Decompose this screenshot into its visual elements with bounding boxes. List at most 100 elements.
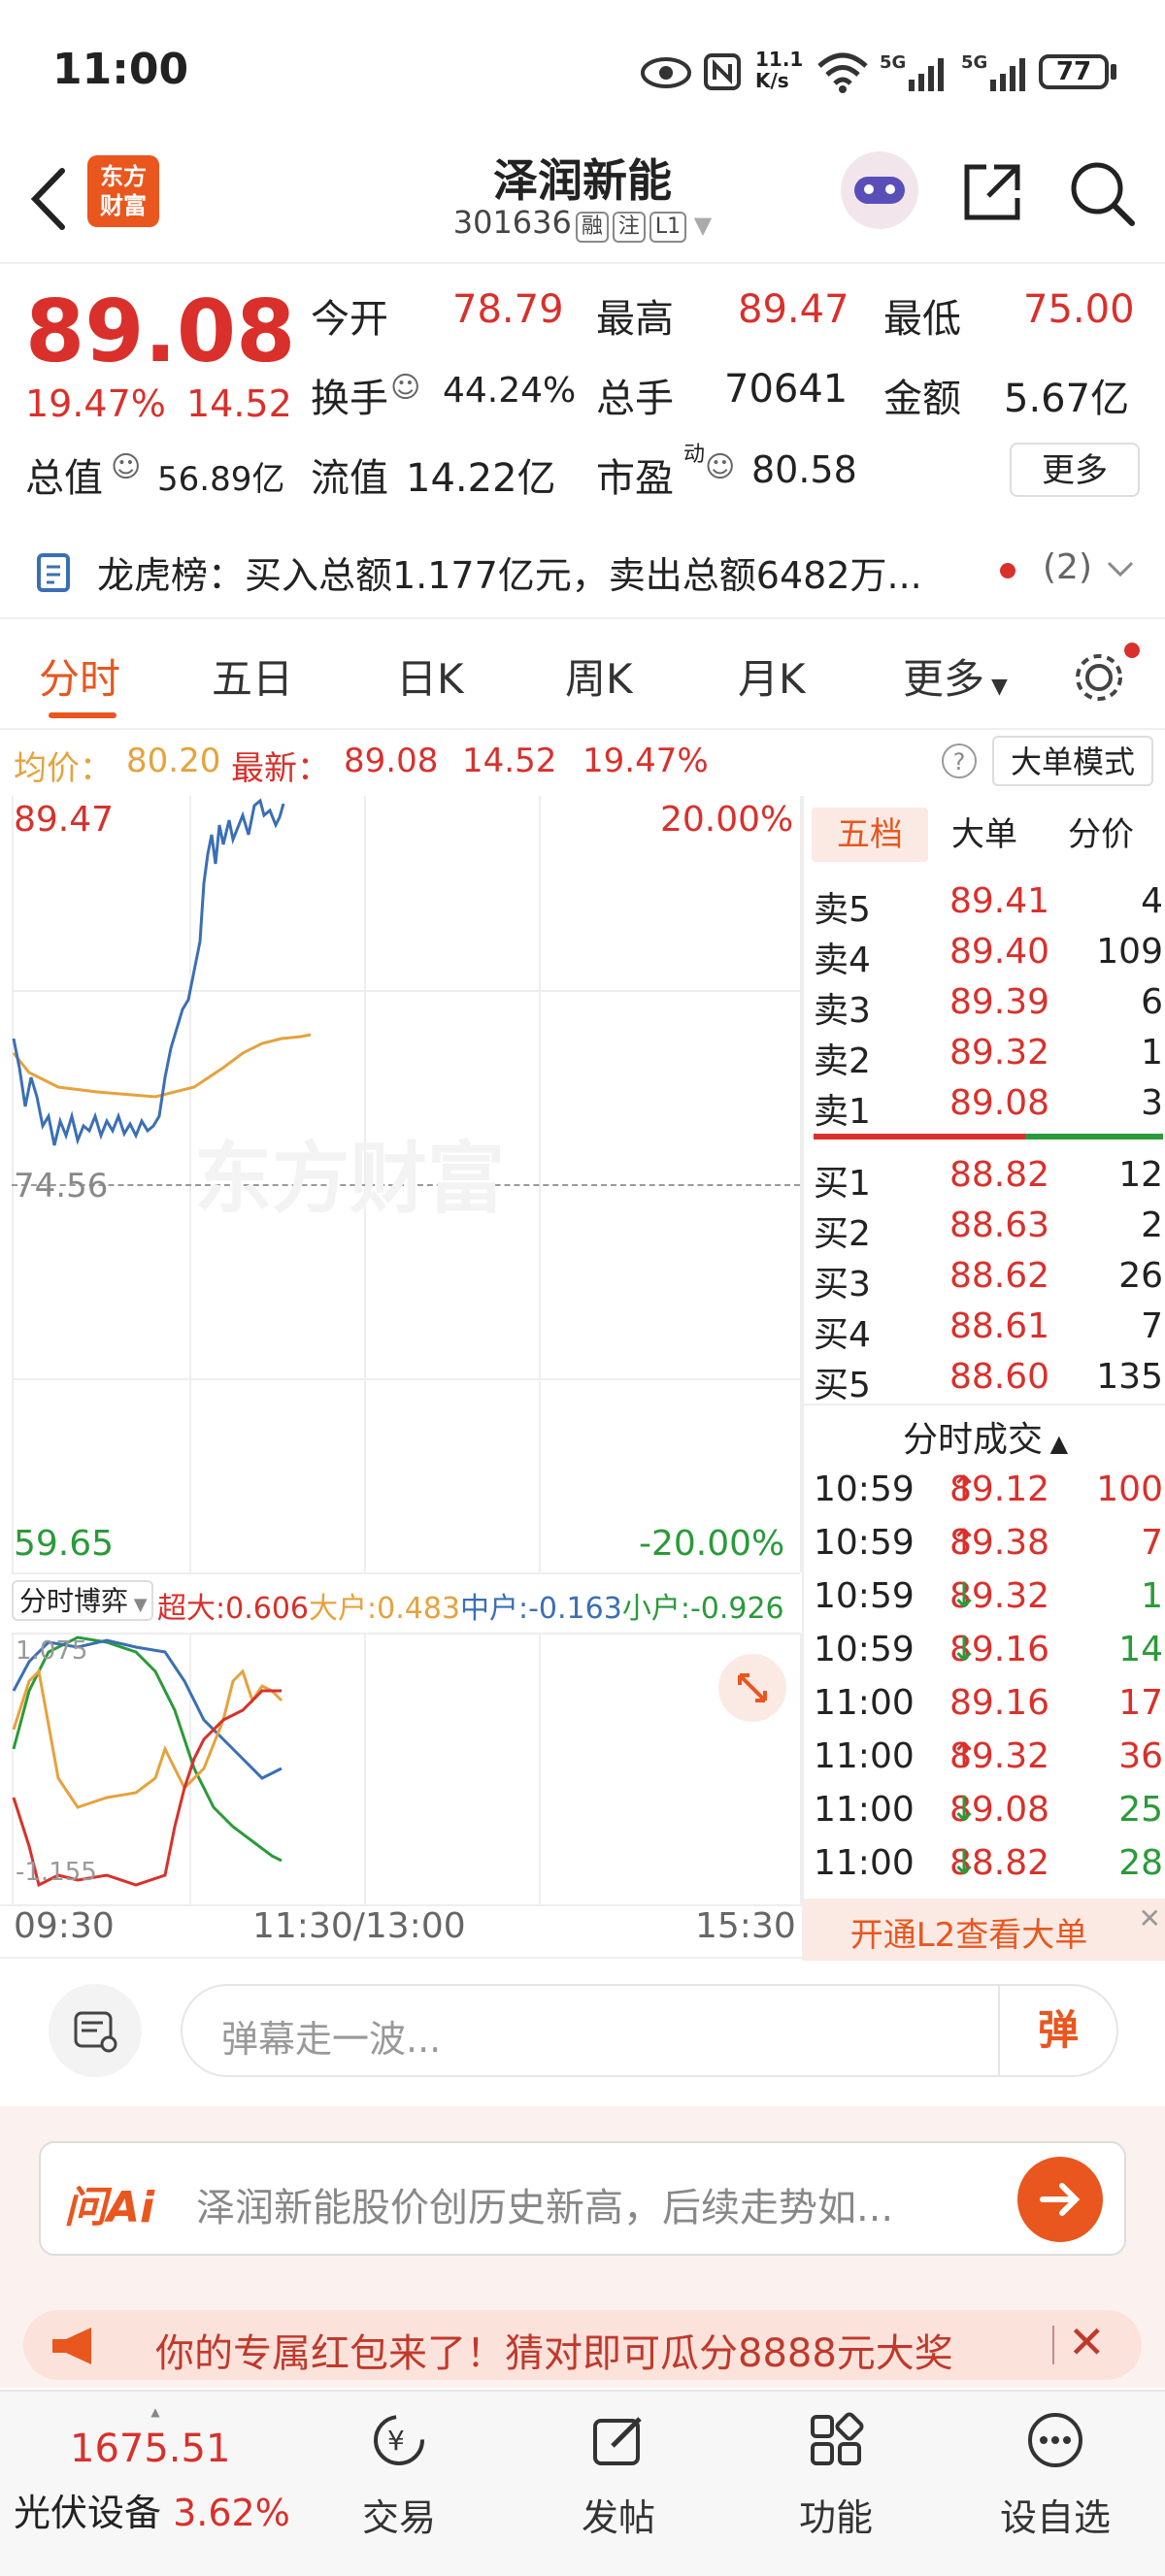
dragon-tiger-banner[interactable]: 龙虎榜：买入总额1.177亿元，卖出总额6482万... (2) — [0, 524, 1165, 617]
signal-5g-icon: 5G — [880, 52, 944, 91]
ask-ai-badge: 问Ai — [64, 2183, 155, 2232]
tab-five-day[interactable]: 五日 — [212, 646, 293, 706]
ask-label: 卖3 — [814, 991, 871, 1031]
ai-robot-avatar[interactable] — [841, 151, 918, 229]
nav-post-label: 发帖 — [581, 2496, 655, 2539]
ask-row-4: 卖4 89.40 109 — [814, 932, 1163, 982]
gear-icon[interactable] — [1072, 646, 1130, 705]
close-icon[interactable]: ✕ — [1068, 2316, 1106, 2368]
chevron-down-icon[interactable]: ▼ — [686, 212, 712, 239]
tab-monthly-k[interactable]: 月K — [738, 646, 806, 706]
stock-code-row: 301636 融注 L1 ▼ — [369, 204, 796, 243]
trade-row: 11:00 88.82 ↓ 28 — [814, 1843, 1163, 1894]
trades-header[interactable]: 分时成交 ▲ — [804, 1411, 1165, 1462]
trades-title: 分时成交 — [902, 1420, 1043, 1460]
intraday-summary: 均价： 80.20 最新： 89.08 14.52 19.47% ? 大单模式 — [0, 728, 1165, 796]
pe-superscript: 动 — [683, 443, 706, 467]
danmu-settings-icon[interactable] — [49, 1984, 142, 2077]
trade-row: 10:59 89.16 ↓ 14 — [814, 1630, 1163, 1680]
trade-time: 11:00 — [814, 1843, 915, 1883]
high-value: 89.47 — [738, 287, 849, 332]
ask-label: 卖1 — [814, 1092, 871, 1132]
sector-index[interactable]: ▲ 1675.51 光伏设备 3.62% — [10, 2405, 301, 2534]
info-icon[interactable]: ☺ — [390, 371, 420, 405]
nav-functions[interactable]: 功能 — [763, 2411, 909, 2541]
ask-price: 89.41 — [949, 881, 1050, 921]
expand-icon[interactable] — [718, 1654, 786, 1722]
tab-weekly-k[interactable]: 周K — [565, 646, 633, 706]
battery-tip — [1111, 64, 1116, 80]
trade-vol: 1 — [1141, 1576, 1163, 1616]
mktcap-label: 总值 — [25, 456, 103, 501]
back-arrow-icon[interactable] — [23, 165, 72, 233]
tab-indicator — [49, 712, 116, 718]
eastmoney-logo[interactable]: 东方 财富 — [87, 155, 159, 227]
chevron-down-icon[interactable] — [1107, 559, 1134, 578]
tab-price-dist[interactable]: 分价 — [1068, 808, 1134, 862]
big-order-mode-button[interactable]: 大单模式 — [992, 736, 1153, 786]
more-button[interactable]: 更多 — [1010, 443, 1140, 497]
ask-ai-input[interactable]: 问Ai 泽润新能股价创历史新高，后续走势如... — [39, 2141, 1126, 2256]
tab-level5[interactable]: 五档 — [812, 808, 928, 862]
nav-add-watchlist[interactable]: 设自选 — [982, 2411, 1128, 2541]
index-value: 1675.51 — [70, 2427, 231, 2471]
current-price: 89.08 — [25, 281, 296, 381]
ask-vol: 4 — [1141, 881, 1163, 921]
info-icon[interactable]: ☺ — [705, 450, 735, 484]
time-axis-end: 15:30 — [695, 1906, 796, 1946]
avg-label: 均价： — [14, 749, 113, 788]
prev-close-label: 74.56 — [14, 1167, 109, 1205]
l2-upgrade-banner[interactable]: 开通L2查看大单 ✕ — [804, 1899, 1165, 1961]
latest-pct: 19.47% — [582, 742, 709, 780]
trade-vol: 17 — [1118, 1683, 1163, 1723]
down-arrow-icon: ↓ — [949, 1790, 980, 1830]
flow-s-label: 小户: — [621, 1592, 690, 1626]
ask-price: 89.39 — [949, 982, 1050, 1022]
promo-banner[interactable]: 你的专属红包来了！猜对即可瓜分8888元大奖 ✕ — [0, 2300, 1165, 2388]
down-arrow-icon: ↓ — [949, 1576, 980, 1616]
tab-big-orders[interactable]: 大单 — [951, 808, 1017, 862]
bid-row-1: 买1 88.82 12 — [814, 1155, 1163, 1205]
trade-row: 10:59 89.12 ↑ 100 — [814, 1470, 1163, 1520]
bid-price: 88.61 — [949, 1306, 1050, 1346]
net-speed-value: 11.1 — [755, 48, 804, 71]
pe-value: 80.58 — [751, 448, 857, 491]
tab-more[interactable]: 更多 ▼ — [903, 646, 1008, 706]
info-icon[interactable]: ☺ — [111, 450, 141, 484]
pe-label: 市盈 — [596, 456, 674, 501]
danmu-input[interactable]: 弹幕走一波... 弹 — [181, 1984, 1118, 2077]
bottom-navigation: ▲ 1675.51 光伏设备 3.62% ¥ 交易 发帖 功能 设自选 — [0, 2390, 1165, 2576]
down-arrow-icon: ↓ — [949, 1630, 980, 1669]
danmu-toggle-button[interactable]: 弹 — [998, 1986, 1116, 2075]
search-icon[interactable] — [1066, 157, 1138, 229]
trade-time: 11:00 — [814, 1736, 915, 1776]
mktcap-value: 56.89亿 — [157, 460, 285, 499]
trade-time: 10:59 — [814, 1523, 915, 1563]
stock-code: 301636 — [452, 204, 572, 241]
tag-registered: 注 — [612, 212, 646, 243]
sub-chart-selector[interactable]: 分时博弈 ▼ — [12, 1580, 153, 1621]
bid-label: 买2 — [814, 1214, 871, 1254]
tab-daily-k[interactable]: 日K — [396, 646, 464, 706]
tab-intraday[interactable]: 分时 — [39, 646, 120, 706]
quote-panel: 89.08 19.47% 14.52 今开 78.79 最高 89.47 最低 … — [0, 262, 1165, 505]
stock-name: 泽润新能 — [493, 154, 672, 207]
low-value: 75.00 — [1023, 287, 1135, 332]
nav-post[interactable]: 发帖 — [546, 2411, 691, 2541]
intraday-chart[interactable]: 东方财富 89.47 20.00% 74.56 59.65 -20.00% 分时… — [0, 796, 802, 1961]
flow-l-label: 大户: — [309, 1592, 378, 1626]
nav-trade[interactable]: ¥ 交易 — [326, 2411, 472, 2541]
ask-row-5: 卖5 89.41 4 — [814, 881, 1163, 932]
ask-label: 卖2 — [814, 1041, 871, 1081]
bid-label: 买1 — [814, 1164, 871, 1204]
net-speed: 11.1 K/s — [755, 49, 803, 91]
nav-trade-label: 交易 — [361, 2496, 436, 2539]
price-line-chart — [12, 798, 312, 1146]
svg-text:5G: 5G — [961, 52, 987, 73]
help-icon[interactable]: ? — [942, 743, 977, 778]
trade-price-value: 89.16 — [949, 1683, 1050, 1723]
close-icon[interactable]: ✕ — [1139, 1902, 1161, 1934]
share-icon[interactable] — [959, 157, 1027, 225]
ask-vol: 1 — [1141, 1033, 1163, 1073]
arrow-right-icon[interactable] — [1017, 2157, 1103, 2242]
